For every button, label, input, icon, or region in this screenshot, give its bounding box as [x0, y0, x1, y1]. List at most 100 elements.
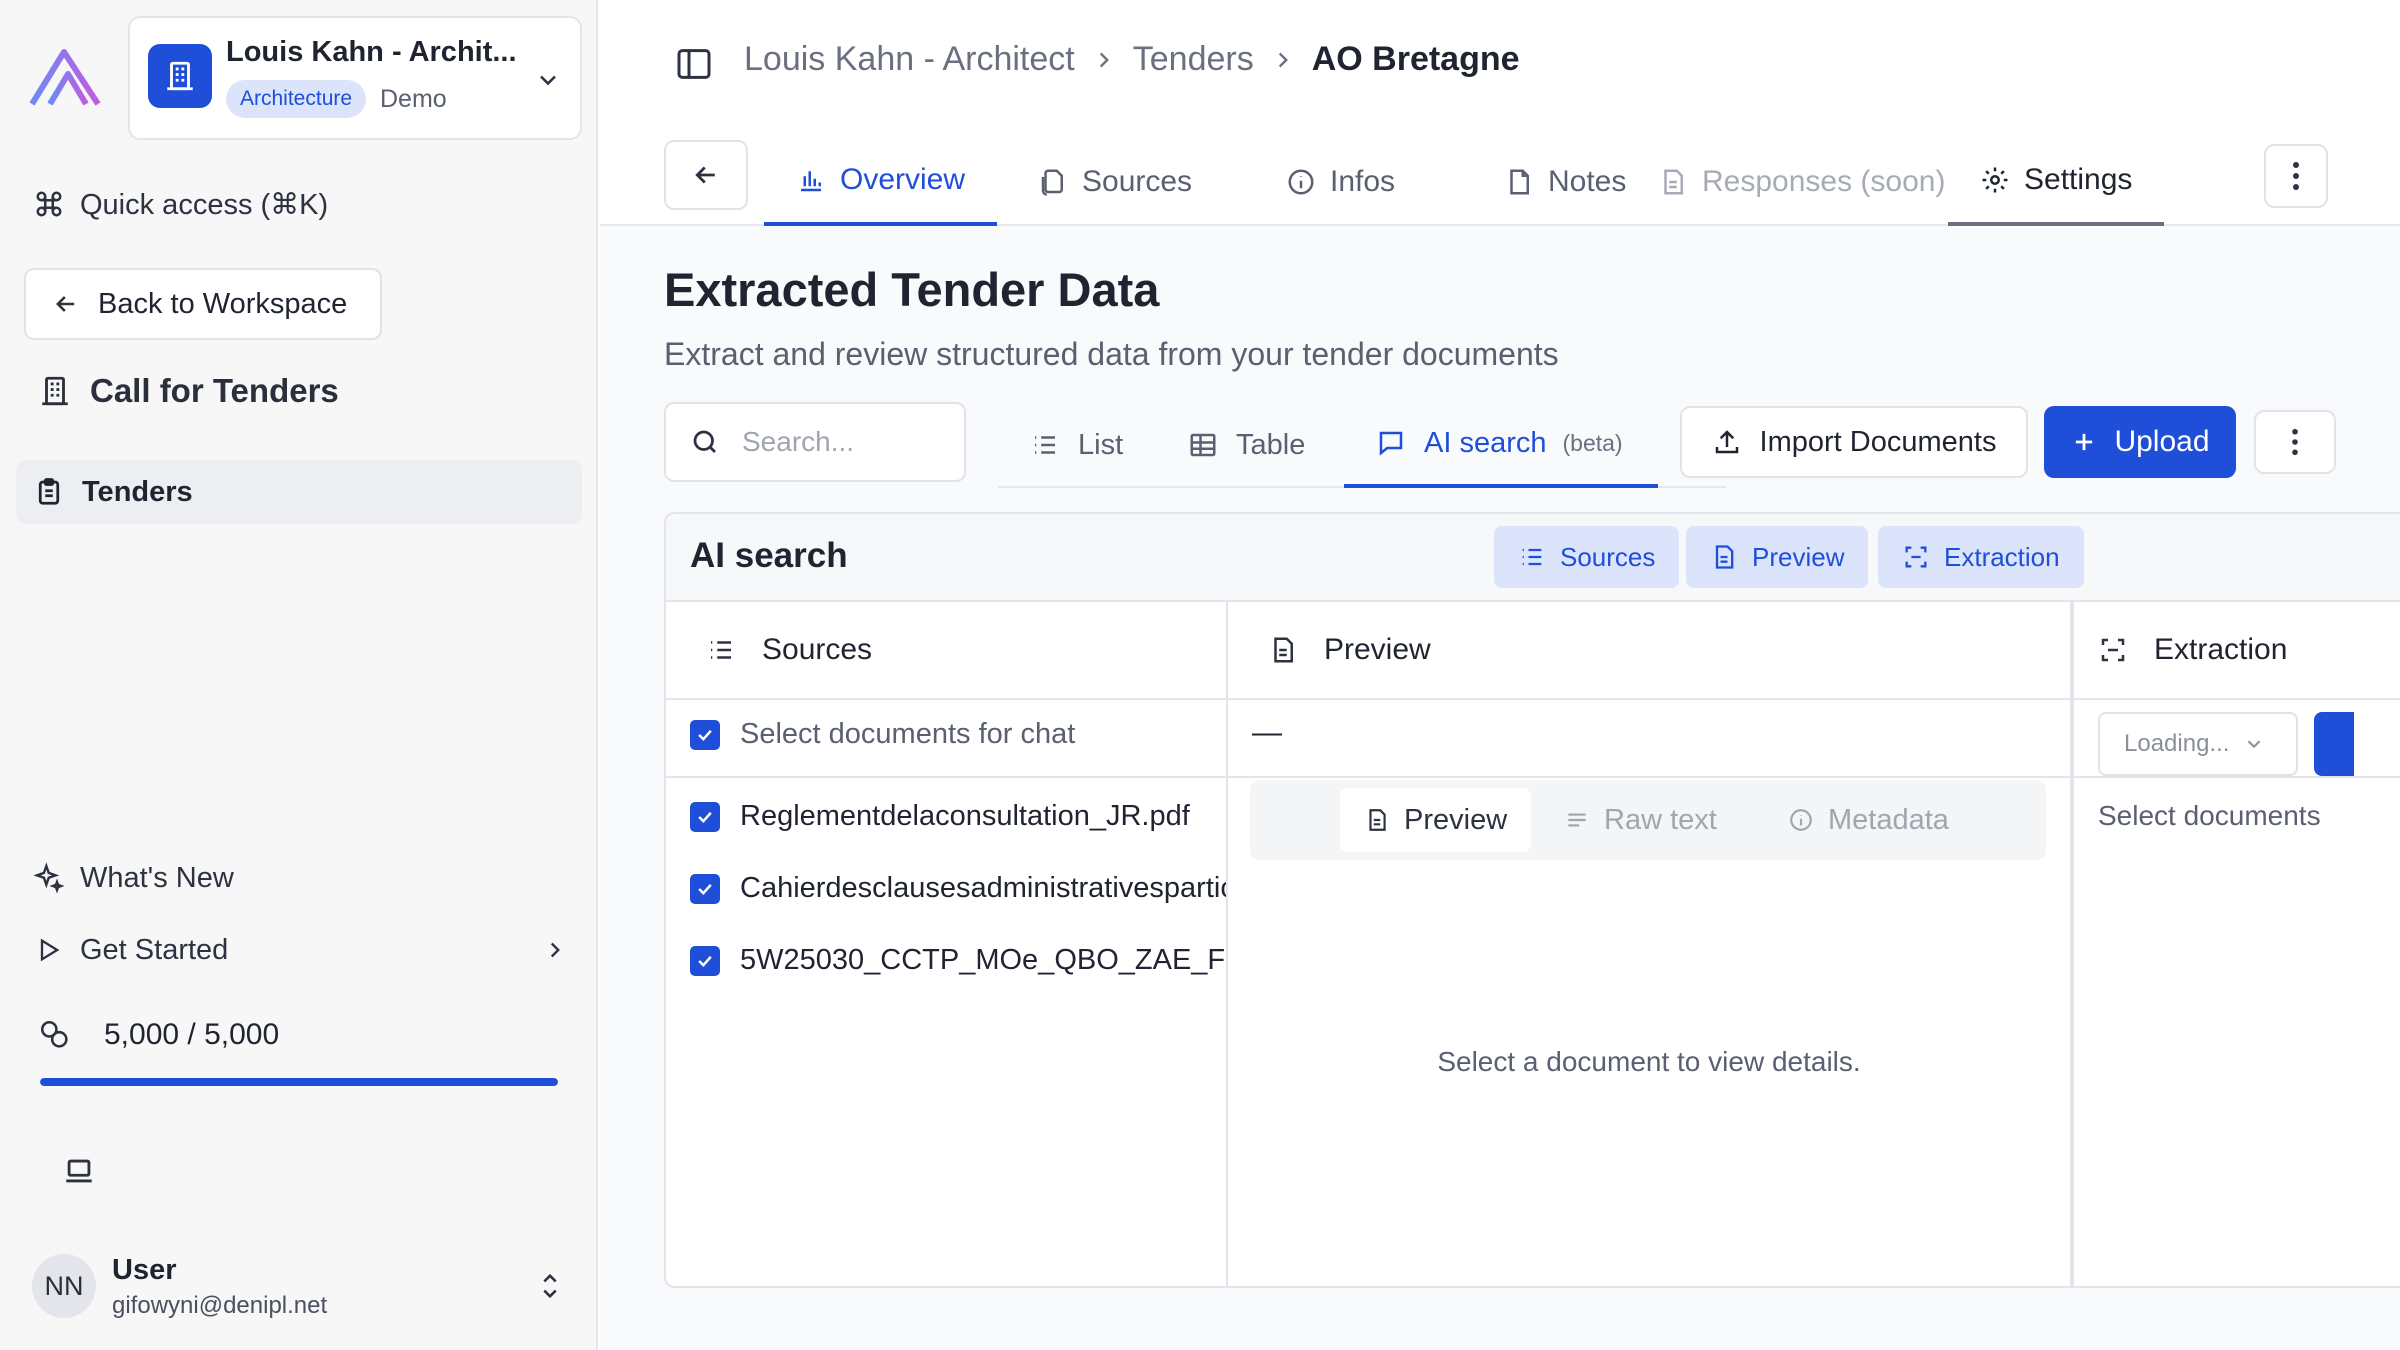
extraction-empty-message: Select documents — [2098, 800, 2321, 831]
preview-mode-toggle: Preview Raw text Metadata — [1250, 780, 2046, 860]
divider — [666, 776, 1226, 778]
upload-button[interactable]: Upload — [2044, 406, 2236, 478]
arrow-left-icon — [52, 290, 80, 318]
play-icon — [32, 933, 66, 967]
plus-icon — [2070, 428, 2098, 456]
tab-label: Responses (soon) — [1702, 165, 1946, 198]
tab-ai-search[interactable]: AI search (beta) — [1344, 402, 1658, 488]
sidebar: Louis Kahn - Archit... Architecture Demo… — [0, 0, 598, 1350]
gear-icon — [1980, 165, 2010, 195]
breadcrumb-current: AO Bretagne — [1311, 40, 1520, 78]
document-list: Reglementdelaconsultation_JR.pdf Cahierd… — [666, 800, 1226, 1020]
breadcrumb: Louis Kahn - Architect Tenders AO Bretag… — [744, 40, 1520, 79]
select-value: Loading... — [2124, 730, 2230, 757]
search-field[interactable] — [664, 402, 966, 482]
back-to-workspace-label: Back to Workspace — [98, 287, 348, 320]
app-logo-icon[interactable] — [28, 48, 102, 108]
sidebar-item-tenders[interactable]: Tenders — [16, 460, 582, 524]
tab-table[interactable]: Table — [1156, 402, 1337, 488]
extraction-column: Extraction Loading... Select documents — [2074, 602, 2400, 1286]
select-all-row[interactable]: Select documents for chat — [690, 718, 1075, 751]
segment-label: Metadata — [1828, 803, 1949, 836]
tab-settings[interactable]: Settings — [1948, 138, 2165, 226]
building-icon — [38, 374, 72, 408]
sidebar-item-label: Tenders — [82, 475, 193, 508]
tab-list[interactable]: List — [998, 402, 1155, 488]
section-title: Call for Tenders — [38, 372, 339, 410]
quick-access-label: Quick access (⌘K) — [80, 188, 329, 221]
chevron-right-icon — [1091, 47, 1117, 73]
select-all-label: Select documents for chat — [740, 718, 1076, 750]
select-all-checkbox[interactable] — [690, 719, 720, 750]
chip-label: Sources — [1560, 541, 1656, 572]
document-checkbox[interactable] — [690, 873, 720, 904]
upload-icon — [1712, 427, 1742, 457]
tab-sources[interactable]: Sources — [1006, 138, 1224, 226]
credits-counter: 5,000 / 5,000 — [38, 1018, 279, 1052]
tab-responses[interactable]: Responses (soon) — [1626, 138, 1977, 226]
whats-new-item[interactable]: What's New — [32, 858, 234, 898]
segment-metadata[interactable]: Metadata — [1764, 788, 1973, 852]
document-name: Reglementdelaconsultation_JR.pdf — [740, 800, 1190, 832]
back-button[interactable] — [664, 140, 748, 210]
org-tag-badge: Architecture — [226, 80, 367, 118]
document-item[interactable]: Cahierdesclausesadministrativesparticuli… — [690, 872, 1226, 905]
chevron-down-icon — [2243, 733, 2265, 755]
tab-label: List — [1078, 428, 1124, 461]
segment-raw-text[interactable]: Raw text — [1540, 788, 1741, 852]
import-label: Import Documents — [1759, 425, 1997, 458]
tab-label: Notes — [1548, 165, 1627, 198]
document-item[interactable]: 5W25030_CCTP_MOe_QBO_ZAE_Finistere.pdf — [690, 944, 1226, 977]
breadcrumb-tenders[interactable]: Tenders — [1133, 40, 1254, 79]
breadcrumb-org[interactable]: Louis Kahn - Architect — [744, 40, 1075, 79]
get-started-label: Get Started — [80, 933, 229, 966]
chip-label: Preview — [1752, 541, 1845, 572]
page-subtitle: Extract and review structured data from … — [664, 336, 1559, 372]
segment-preview[interactable]: Preview — [1340, 788, 1532, 852]
credits-progress-fill — [40, 1078, 558, 1086]
column-title: Extraction — [2154, 633, 2288, 666]
run-extraction-button[interactable] — [2314, 712, 2354, 776]
chevron-right-icon — [538, 933, 572, 967]
segment-label: Raw text — [1604, 803, 1717, 836]
org-switcher[interactable]: Louis Kahn - Archit... Architecture Demo — [128, 16, 582, 140]
document-item[interactable]: Reglementdelaconsultation_JR.pdf — [690, 800, 1190, 833]
tab-label: Overview — [840, 163, 966, 196]
laptop-icon[interactable] — [62, 1154, 96, 1188]
toggle-extraction-button[interactable]: Extraction — [1878, 526, 2084, 588]
back-to-workspace-button[interactable]: Back to Workspace — [24, 268, 382, 340]
sidebar-toggle-icon[interactable] — [674, 44, 714, 84]
chip-label: Extraction — [1944, 541, 2060, 572]
preview-empty-message: Select a document to view details. — [1437, 1046, 1861, 1077]
extraction-template-select[interactable]: Loading... — [2098, 712, 2298, 776]
quick-access-item[interactable]: Quick access (⌘K) — [32, 184, 328, 224]
bar-chart-icon — [796, 165, 826, 195]
org-name: Louis Kahn - Archit... — [226, 36, 517, 68]
scan-icon — [2098, 635, 2128, 665]
document-checkbox[interactable] — [690, 801, 720, 832]
chevrons-up-down-icon[interactable] — [536, 1270, 564, 1302]
document-checkbox[interactable] — [690, 945, 720, 976]
get-started-item[interactable]: Get Started — [32, 930, 572, 970]
more-options-button[interactable] — [2254, 410, 2336, 474]
toggle-sources-button[interactable]: Sources — [1494, 526, 1680, 588]
more-options-button[interactable] — [2264, 144, 2328, 208]
tab-label: Table — [1236, 428, 1306, 461]
tab-overview[interactable]: Overview — [764, 138, 998, 226]
avatar[interactable]: NN — [32, 1254, 96, 1318]
toggle-preview-button[interactable]: Preview — [1686, 526, 1869, 588]
coins-icon — [38, 1018, 72, 1052]
import-documents-button[interactable]: Import Documents — [1680, 406, 2028, 478]
search-input[interactable] — [742, 426, 942, 458]
divider — [2074, 776, 2400, 778]
credits-progress-bar — [40, 1078, 558, 1086]
table-icon — [1188, 430, 1218, 460]
scan-icon — [1902, 543, 1930, 571]
tab-infos[interactable]: Infos — [1254, 138, 1427, 226]
info-icon — [1286, 167, 1316, 197]
chat-icon — [1376, 428, 1406, 458]
search-icon — [690, 427, 720, 457]
credits-label: 5,000 / 5,000 — [104, 1018, 280, 1051]
list-icon — [706, 635, 736, 665]
tab-label: Sources — [1082, 165, 1193, 198]
